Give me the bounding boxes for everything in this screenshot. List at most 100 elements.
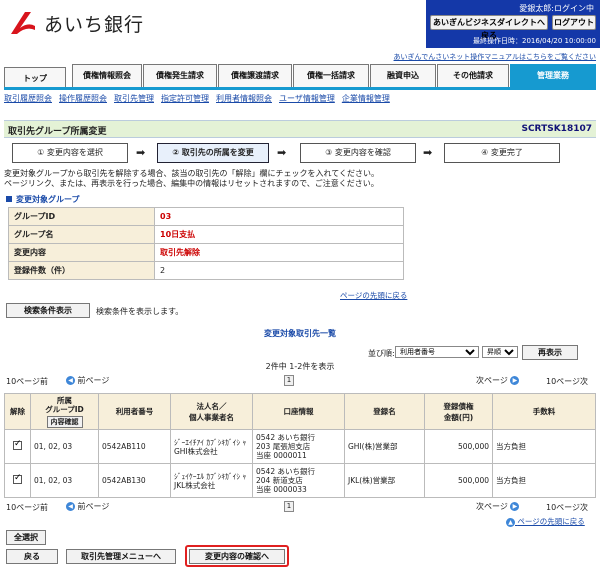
- header-account-box: 愛銀太郎:ログイン中 あいぎんビジネスダイレクトへ戻る ログアウト 最終操作日時…: [426, 0, 600, 48]
- account-cell: 0542 あいち銀行 203 尾張旭支店 当座 0000011: [252, 429, 345, 464]
- user-status: 愛銀太郎:ログイン中: [519, 4, 594, 13]
- last-operation-time: 最終操作日時：2016/04/20 10:00:00: [472, 37, 596, 45]
- sort-field-select[interactable]: 利用者番号: [395, 346, 479, 358]
- page-number-button[interactable]: 1: [284, 375, 294, 386]
- release-checkbox[interactable]: [13, 439, 22, 450]
- arrow-right-icon: ▶: [510, 376, 520, 385]
- arrow-right-icon: ▶: [510, 502, 520, 511]
- subnav-operation-history[interactable]: 操作履歴照会: [59, 93, 107, 104]
- change-type-value: 取引先解除: [154, 243, 404, 262]
- table-row: 01, 02, 03 0542AB130 ｼﾞｪｲｹｰｴﾙ ｶﾌﾞｼｷｶﾞｲｼ …: [4, 463, 596, 498]
- prev-page-link[interactable]: ◀ 前ページ: [66, 501, 109, 512]
- subnav-user-management[interactable]: ユーザ情報管理: [279, 93, 335, 104]
- registered-count-value: 2: [154, 261, 404, 280]
- screen-code: SCRTSK18107: [521, 124, 592, 134]
- prev-page-link[interactable]: ◀ 前ページ: [66, 375, 109, 386]
- logout-button[interactable]: ログアウト: [552, 15, 596, 30]
- search-note: 検索条件を表示します。: [96, 307, 184, 316]
- search-conditions-button[interactable]: 検索条件表示: [6, 303, 90, 318]
- col-name: 法人名／ 個人事業者名: [170, 393, 253, 430]
- table-row: 変更内容 取引先解除: [8, 243, 404, 262]
- col-fee: 手数料: [492, 393, 596, 430]
- table-row: グループID 03: [8, 207, 404, 226]
- col-registered-name: 登録名: [344, 393, 425, 430]
- page-number-button[interactable]: 1: [284, 501, 294, 512]
- target-group-heading: 変更対象グループ: [6, 194, 80, 205]
- instruction-line: ページリンク、または、再表示を行った場合、編集中の情報はリセットされますので、ご…: [4, 179, 379, 188]
- redisplay-button[interactable]: 再表示: [522, 345, 578, 360]
- next-10-pages-label: 10ページ次: [546, 377, 589, 386]
- manual-link[interactable]: あいぎんでんさいネット操作マニュアルはこちらをご覧ください: [394, 52, 596, 62]
- group-id-value: 03: [154, 207, 404, 226]
- group-content-button[interactable]: 内容確認: [46, 415, 83, 428]
- group-name-value: 10日支払: [154, 225, 404, 244]
- subnav-partner-management[interactable]: 取引先管理: [114, 93, 154, 104]
- col-group-id: 所属 グループID 内容確認: [30, 393, 99, 430]
- table-row: グループ名 10日支払: [8, 225, 404, 244]
- tab-claim-issue[interactable]: 債権発生請求: [143, 64, 217, 88]
- tab-claim-inquiry[interactable]: 債権情報照会: [72, 64, 142, 88]
- step-3: ③ 変更内容を確認: [300, 143, 416, 163]
- step-1: ① 変更内容を選択: [12, 143, 128, 163]
- next-page-link[interactable]: 次ページ ▶: [476, 501, 520, 512]
- sub-navigation: 取引履歴照会 操作履歴照会 取引先管理 指定許可管理 利用者情報照会 ユーザ情報…: [4, 93, 390, 104]
- arrow-left-icon: ◀: [66, 376, 75, 385]
- field-label: 登録件数（件）: [8, 261, 155, 280]
- tab-claim-transfer[interactable]: 債権譲渡請求: [218, 64, 292, 88]
- bank-name: あいち銀行: [44, 13, 145, 36]
- tab-bulk-request[interactable]: 債権一括請求: [293, 64, 369, 88]
- account-cell: 0542 あいち銀行 204 新道支店 当座 0000033: [252, 463, 345, 498]
- result-count: 2件中 1-2件を表示: [265, 362, 335, 371]
- field-label: グループID: [8, 207, 155, 226]
- subnav-permission-management[interactable]: 指定許可管理: [161, 93, 209, 104]
- partner-menu-button[interactable]: 取引先管理メニューへ: [66, 549, 176, 564]
- name-cell: ｼﾞｰｴｲﾁｱｲ ｶﾌﾞｼｷｶﾞｲｼ ｬ GHI株式会社: [170, 429, 253, 464]
- next-page-link[interactable]: 次ページ ▶: [476, 375, 520, 386]
- subnav-transaction-history[interactable]: 取引履歴照会: [4, 93, 52, 104]
- col-user-no: 利用者番号: [98, 393, 171, 430]
- step-4: ④ 変更完了: [444, 143, 560, 163]
- page-title: 取引先グループ所属変更: [8, 127, 107, 137]
- instructions: 変更対象グループから取引先を解除する場合、該当の取引先の「解除」欄にチェックを入…: [4, 169, 379, 189]
- tab-admin[interactable]: 管理業務: [510, 64, 596, 88]
- group-id-cell: 01, 02, 03: [30, 429, 99, 464]
- step-arrow-icon: ➡: [423, 146, 433, 159]
- arrow-up-icon: ▲: [506, 517, 515, 527]
- bank-logo-icon: [11, 12, 35, 34]
- table-row: 01, 02, 03 0542AB110 ｼﾞｰｴｲﾁｱｲ ｶﾌﾞｼｷｶﾞｲｼ …: [4, 429, 596, 464]
- next-10-pages-label: 10ページ次: [546, 503, 589, 512]
- tab-financing[interactable]: 融資申込: [370, 64, 436, 88]
- biz-direct-button[interactable]: あいぎんビジネスダイレクトへ戻る: [430, 15, 548, 40]
- sort-label: 並び順:: [368, 349, 395, 358]
- page-title-bar: 取引先グループ所属変更 SCRTSK18107: [4, 120, 596, 138]
- arrow-left-icon: ◀: [66, 502, 75, 511]
- prev-10-pages-label: 10ページ前: [6, 377, 49, 386]
- page-top-link[interactable]: ▲ ページの先頭に戻る: [506, 516, 585, 527]
- release-checkbox[interactable]: [13, 473, 22, 484]
- tab-other-request[interactable]: その他請求: [437, 64, 509, 88]
- main-tabs: トップ 債権情報照会 債権発生請求 債権譲渡請求 債権一括請求 融資申込 その他…: [4, 64, 596, 88]
- page-top-link[interactable]: ページの先頭に戻る: [340, 290, 407, 301]
- amount-cell: 500,000: [424, 429, 493, 464]
- registered-name-cell: GHI(株)営業部: [344, 429, 425, 464]
- back-button[interactable]: 戻る: [6, 549, 58, 564]
- list-title: 変更対象取引先一覧: [264, 329, 336, 338]
- fee-cell: 当方負担: [492, 463, 596, 498]
- tab-top[interactable]: トップ: [4, 67, 66, 88]
- select-all-button[interactable]: 全選択: [6, 530, 46, 545]
- sort-order-select[interactable]: 昇順: [482, 346, 518, 358]
- group-id-cell: 01, 02, 03: [30, 463, 99, 498]
- name-cell: ｼﾞｪｲｹｰｴﾙ ｶﾌﾞｼｷｶﾞｲｼ ｬ JKL株式会社: [170, 463, 253, 498]
- col-account: 口座情報: [252, 393, 345, 430]
- bank-logo: あいち銀行: [8, 6, 144, 40]
- table-header-row: 解除 所属 グループID 内容確認 利用者番号 法人名／ 個人事業者名 口座情報…: [4, 393, 596, 430]
- step-arrow-icon: ➡: [277, 146, 287, 159]
- confirm-changes-button[interactable]: 変更内容の確認へ: [189, 549, 285, 564]
- subnav-company-info[interactable]: 企業情報管理: [342, 93, 390, 104]
- fee-cell: 当方負担: [492, 429, 596, 464]
- field-label: グループ名: [8, 225, 155, 244]
- partner-list-table: 解除 所属 グループID 内容確認 利用者番号 法人名／ 個人事業者名 口座情報…: [4, 393, 596, 498]
- tab-underline: [4, 87, 596, 90]
- subnav-user-info[interactable]: 利用者情報照会: [216, 93, 272, 104]
- table-row: 登録件数（件） 2: [8, 261, 404, 280]
